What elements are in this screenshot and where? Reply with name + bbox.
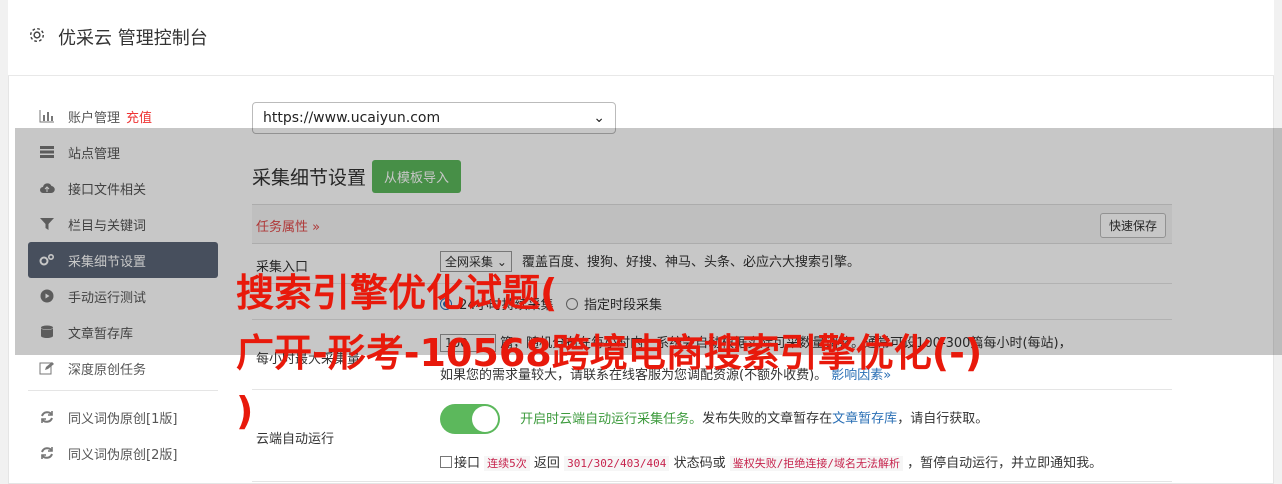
rule-end: ，暂停自动运行，并立即通知我。 [907,456,1103,471]
cloud-auto-run-text: 发布失败的文章暂存在 [702,411,833,427]
bar-chart-icon [38,108,56,124]
gear-icon [29,27,45,43]
sidebar-item-synonym-v2[interactable]: 同义词伪原创[2版] [28,435,218,471]
cloud-auto-run-label: 云端自动运行 [256,432,335,447]
sidebar-item-label: 同义词伪原创[1版] [68,411,178,427]
pause-rule-checkbox[interactable] [440,456,452,468]
cloud-auto-run-green-text: 开启时云端自动运行采集任务。 [520,411,703,427]
cloud-auto-run-row: 云端自动运行 开启时云端自动运行采集任务。发布失败的文章暂存在文章暂存库，请自行… [252,390,1172,482]
chevron-down-icon: ⌄ [593,110,605,126]
page-title: 优采云 管理控制台 [58,28,208,49]
sidebar-item-label: 同义词伪原创[2版] [68,447,178,463]
rule-prefix: 接口 [454,456,481,471]
overlay-headline-line2: 广开-形考-10568跨境电商搜索引擎优化(-) [236,331,983,375]
rule-code-errors: 鉴权失败/拒绝连接/域名无法解析 [729,456,903,471]
article-store-link[interactable]: 文章暂存库 [832,412,897,427]
gray-overlay [15,128,1282,355]
refresh-icon [38,445,56,461]
top-bar: 优采云 管理控制台 [8,0,1274,76]
sidebar-item-label: 深度原创任务 [68,362,147,378]
cloud-auto-run-toggle[interactable] [440,404,500,434]
sidebar-divider [28,390,218,391]
rule-mid: 返回 [533,456,560,471]
rule-code-status: 301/302/403/404 [564,456,670,471]
edit-icon [38,360,56,376]
refresh-icon [38,409,56,425]
sidebar-item-deep-original[interactable]: 深度原创任务 [28,350,218,386]
overlay-headline-line1: 搜索引擎优化试题( [236,271,558,315]
rule-code-times: 连续5次 [484,456,530,471]
overlay-headline-line3: ) [236,389,254,433]
recharge-link[interactable]: 充值 [126,107,152,126]
sidebar-item-synonym-v1[interactable]: 同义词伪原创[1版] [28,399,218,435]
cloud-auto-run-text2: ，请自行获取。 [897,411,989,427]
rule-mid2: 状态码或 [673,456,726,471]
sidebar-item-label: 账户管理 [68,110,121,126]
site-select-value: https://www.ucaiyun.com [263,110,441,126]
